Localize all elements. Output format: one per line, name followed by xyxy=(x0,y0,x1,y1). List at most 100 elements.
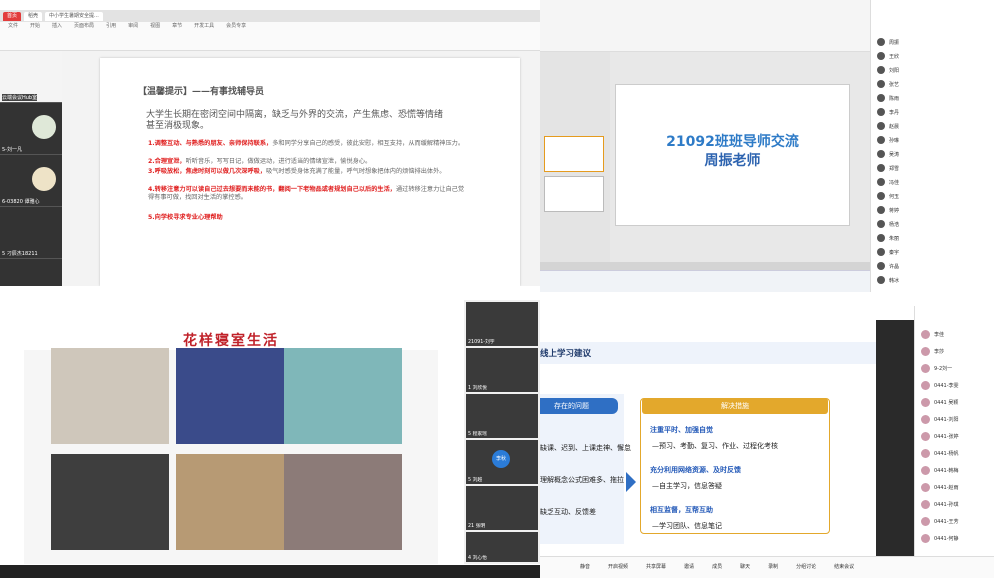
menu-home[interactable]: 开始 xyxy=(30,22,40,31)
tab-home[interactable]: 首页 xyxy=(3,11,22,21)
menu-chapter[interactable]: 章节 xyxy=(172,22,182,31)
control-button[interactable]: 共享屏幕 xyxy=(646,563,666,570)
member-row[interactable]: 0441-王芳 xyxy=(921,515,959,527)
participant-row[interactable]: 陈雨 xyxy=(877,92,987,104)
control-button[interactable]: 聊天 xyxy=(740,563,750,570)
member-row[interactable]: 0441-赵雨 xyxy=(921,481,959,493)
menu-reference[interactable]: 引用 xyxy=(106,22,116,31)
participant-row[interactable]: 赵晨 xyxy=(877,120,987,132)
tab-docer[interactable]: 稻壳 xyxy=(24,11,43,21)
participant-row[interactable]: 郑雪 xyxy=(877,162,987,174)
avatar xyxy=(877,178,885,186)
video-tile[interactable]: 6-03820 谭雅心 xyxy=(0,155,62,207)
member-row[interactable]: 0441-张婷 xyxy=(921,430,959,442)
participant-row[interactable]: 孙琳 xyxy=(877,134,987,146)
video-tile[interactable]: 4 刘心怡 xyxy=(466,532,538,562)
participant-row[interactable]: 王欣 xyxy=(877,50,987,62)
video-tile[interactable]: 云端会议Hub室 xyxy=(0,51,62,103)
member-row[interactable]: 0441-何静 xyxy=(921,532,959,544)
participant-row[interactable]: 冯佳 xyxy=(877,176,987,188)
participant-row[interactable]: 何玉 xyxy=(877,190,987,202)
participant-row[interactable]: 刘阳 xyxy=(877,64,987,76)
video-tile[interactable]: 21091-刘宇 xyxy=(466,302,538,346)
video-tile[interactable]: 5 刁辰杰18211 xyxy=(0,207,62,259)
tab-document[interactable]: 中小学生暑期安全提... xyxy=(45,11,103,21)
video-tile[interactable]: 5 程家瑶 xyxy=(466,394,538,438)
participant-row[interactable]: 朱丽 xyxy=(877,232,987,244)
slide-thumb[interactable] xyxy=(544,176,604,212)
avatar xyxy=(921,414,930,424)
avatar xyxy=(921,465,930,475)
avatar xyxy=(877,136,885,144)
control-button[interactable]: 成员 xyxy=(712,563,722,570)
menu-view[interactable]: 视图 xyxy=(150,22,160,31)
avatar xyxy=(921,363,930,373)
member-row[interactable]: 0441-刘阳 xyxy=(921,413,959,425)
avatar xyxy=(921,397,930,407)
slide-title: 花样寝室生活 xyxy=(183,333,279,349)
participant-name: 杨浩 xyxy=(889,221,900,228)
participant-name: 王欣 xyxy=(889,53,900,60)
member-row[interactable]: 李莎 xyxy=(921,345,944,357)
member-name: 0441-韩梅 xyxy=(934,467,959,474)
participant-name: 周振 xyxy=(889,39,900,46)
solution-body: —预习、考勤、复习、作业、过程化考核 xyxy=(652,442,778,450)
menu-layout[interactable]: 页面布局 xyxy=(74,22,94,31)
photo-laptop xyxy=(51,454,169,550)
slide-thumb[interactable] xyxy=(544,136,604,172)
control-button[interactable]: 开启视频 xyxy=(608,563,628,570)
ppt-ribbon xyxy=(540,0,870,52)
menu-member[interactable]: 会员专享 xyxy=(226,22,246,31)
avatar xyxy=(921,431,930,441)
participant-row[interactable]: 蒋婷 xyxy=(877,204,987,216)
participant-name: 吴涛 xyxy=(889,151,900,158)
avatar xyxy=(877,248,885,256)
participant-name: 许晶 xyxy=(889,263,900,270)
menu-dev[interactable]: 开发工具 xyxy=(194,22,214,31)
participant-name: 蒋婷 xyxy=(889,207,900,214)
doc-item: 2.合理宣泄，听听音乐，写写日记，做做运动，进行适当的情绪宣泄，愉悦身心。 xyxy=(148,158,372,165)
shared-screen-study: 线上学习建议 存在的问题 缺课、迟到、上课走神、懈怠 理解概念公式困难多、拖拉 … xyxy=(540,292,994,578)
windows-taskbar xyxy=(0,565,540,578)
slide-thumbnails[interactable] xyxy=(540,52,610,262)
tab-bar: 首页 稻壳 中小学生暑期安全提... xyxy=(0,10,540,22)
photo-video-call xyxy=(176,348,294,444)
participant-row[interactable]: 张艺 xyxy=(877,78,987,90)
menu-file[interactable]: 文件 xyxy=(8,22,18,31)
avatar: 李秋 xyxy=(492,450,510,468)
participant-row[interactable]: 吴涛 xyxy=(877,148,987,160)
ribbon-toolbar xyxy=(0,31,540,51)
member-name: 0441-杨帆 xyxy=(934,450,959,457)
member-row[interactable]: 9-2刘一 xyxy=(921,362,952,374)
control-button[interactable]: 结束会议 xyxy=(834,563,854,570)
control-button[interactable]: 分组讨论 xyxy=(796,563,816,570)
control-button[interactable]: 录制 xyxy=(768,563,778,570)
member-row[interactable]: 李佳 xyxy=(921,328,944,340)
study-slide: 线上学习建议 存在的问题 缺课、迟到、上课走神、懈怠 理解概念公式困难多、拖拉 … xyxy=(540,314,876,544)
menu-review[interactable]: 审阅 xyxy=(128,22,138,31)
participant-name: 孙琳 xyxy=(889,137,900,144)
participant-row[interactable]: 许晶 xyxy=(877,260,987,272)
avatar xyxy=(921,516,930,526)
participant-row[interactable]: 韩冰 xyxy=(877,274,987,286)
participant-row[interactable]: 周振 xyxy=(877,36,987,48)
participant-row[interactable]: 秦宇 xyxy=(877,246,987,258)
participant-row[interactable]: 李丹 xyxy=(877,106,987,118)
wps-document-window: 首页 稻壳 中小学生暑期安全提... 文件 开始 插入 页面布局 引用 审阅 视… xyxy=(0,10,540,286)
video-tile[interactable]: 李秋 5 刘越 xyxy=(466,440,538,484)
member-row[interactable]: 0441-李雯 xyxy=(921,379,959,391)
control-button[interactable]: 静音 xyxy=(580,563,590,570)
member-name: 0441-孙琪 xyxy=(934,501,959,508)
video-tile[interactable]: 21 张明 xyxy=(466,486,538,530)
member-row[interactable]: 0441-杨帆 xyxy=(921,447,959,459)
shared-screen-dorm: 花样寝室生活 21091-刘宇 1 刘欣悦 5 程家瑶 李秋 5 刘越 21 张明… xyxy=(0,286,540,578)
avatar xyxy=(877,108,885,116)
member-row[interactable]: 0441-孙琪 xyxy=(921,498,959,510)
member-row[interactable]: 0441 吴颖 xyxy=(921,396,958,408)
participant-row[interactable]: 杨浩 xyxy=(877,218,987,230)
member-row[interactable]: 0441-韩梅 xyxy=(921,464,959,476)
menu-insert[interactable]: 插入 xyxy=(52,22,62,31)
video-tile[interactable]: 1 刘欣悦 xyxy=(466,348,538,392)
video-tile[interactable]: 5-刘一凡 xyxy=(0,103,62,155)
control-button[interactable]: 邀请 xyxy=(684,563,694,570)
